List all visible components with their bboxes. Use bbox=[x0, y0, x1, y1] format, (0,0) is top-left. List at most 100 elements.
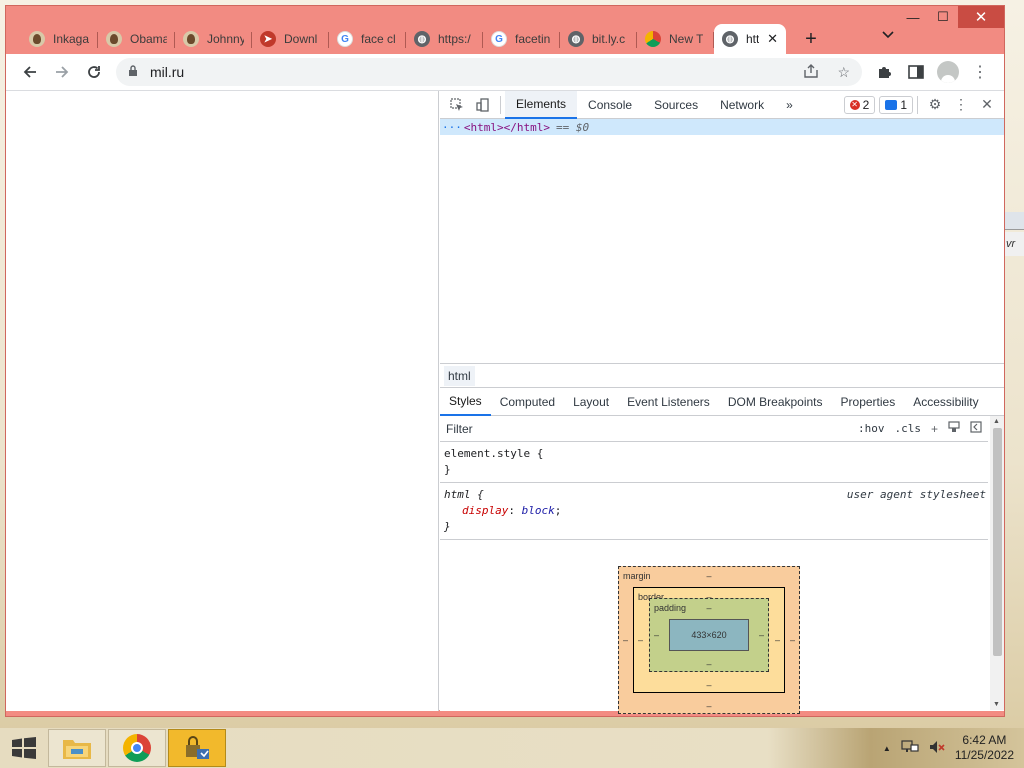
rule-close-brace: } bbox=[444, 520, 451, 533]
margin-right-value[interactable]: – bbox=[790, 635, 795, 645]
inspect-element-icon[interactable] bbox=[444, 92, 470, 118]
cls-toggle-button[interactable]: .cls bbox=[894, 422, 921, 435]
settings-gear-icon[interactable]: ⚙ bbox=[922, 92, 948, 118]
paint-bucket-icon[interactable] bbox=[948, 421, 960, 436]
browser-tab[interactable]: Obama bbox=[98, 24, 175, 54]
border-bottom-value[interactable]: – bbox=[634, 680, 784, 690]
subtab-layout[interactable]: Layout bbox=[564, 388, 618, 416]
margin-bottom-value[interactable]: – bbox=[619, 701, 799, 711]
errors-count: 2 bbox=[862, 97, 870, 112]
browser-window: — ☐ ✕ Inkaga Obama Johnny ➤ Downl G face… bbox=[5, 5, 1005, 717]
subtab-accessibility[interactable]: Accessibility bbox=[904, 388, 987, 416]
box-model-padding[interactable]: padding – – – – 433×620 bbox=[649, 598, 769, 672]
menu-kebab-icon[interactable]: ⋮ bbox=[964, 58, 996, 86]
bookmark-star-icon[interactable]: ☆ bbox=[837, 64, 850, 81]
page-viewport[interactable] bbox=[6, 91, 439, 711]
browser-tab[interactable]: Johnny bbox=[175, 24, 252, 54]
styles-sub-tabs: Styles Computed Layout Event Listeners D… bbox=[440, 388, 1004, 416]
padding-top-value[interactable]: – bbox=[650, 603, 768, 613]
box-model-margin[interactable]: margin – – – – border – – – – padding – … bbox=[618, 566, 800, 714]
browser-tab[interactable]: ➤ Downl bbox=[252, 24, 329, 54]
dom-node-row[interactable]: ··· <html></html> == $0 bbox=[440, 119, 1004, 135]
browser-tab[interactable]: G facetin bbox=[483, 24, 560, 54]
browser-tab[interactable]: New T bbox=[637, 24, 714, 54]
address-bar[interactable]: mil.ru ☆ bbox=[116, 58, 862, 86]
tab-close-icon[interactable]: ✕ bbox=[767, 31, 778, 47]
scroll-up-arrow-icon[interactable]: ▲ bbox=[993, 418, 1000, 425]
filter-row: :hov .cls + bbox=[440, 416, 988, 442]
volume-muted-icon[interactable] bbox=[929, 740, 945, 757]
tab-console[interactable]: Console bbox=[577, 91, 643, 119]
share-icon[interactable] bbox=[803, 63, 819, 81]
extensions-puzzle-icon[interactable] bbox=[868, 58, 900, 86]
subtab-dom-breakpoints[interactable]: DOM Breakpoints bbox=[719, 388, 832, 416]
system-clock[interactable]: 6:42 AM 11/25/2022 bbox=[955, 733, 1014, 763]
more-tabs-icon[interactable]: » bbox=[775, 91, 804, 119]
browser-tab[interactable]: Inkaga bbox=[21, 24, 98, 54]
rule-close-brace: } bbox=[444, 463, 451, 476]
globe-icon: ◍ bbox=[568, 31, 584, 47]
tab-title: Obama bbox=[130, 32, 167, 46]
lock-icon[interactable] bbox=[128, 64, 138, 80]
border-right-value[interactable]: – bbox=[775, 635, 780, 645]
margin-top-value[interactable]: – bbox=[619, 571, 799, 581]
padding-bottom-value[interactable]: – bbox=[650, 659, 768, 669]
forward-arrow-icon[interactable] bbox=[46, 58, 78, 86]
html-rule[interactable]: user agent stylesheet html { display: bl… bbox=[440, 483, 988, 540]
scroll-down-arrow-icon[interactable]: ▼ bbox=[993, 701, 1000, 708]
network-icon[interactable] bbox=[901, 739, 919, 757]
tab-title: https:/ bbox=[438, 32, 471, 46]
new-tab-button[interactable]: + bbox=[796, 24, 826, 54]
chrome-taskbar-icon[interactable] bbox=[108, 729, 166, 767]
tab-search-chevron-down-icon[interactable] bbox=[882, 28, 894, 42]
url-text[interactable]: mil.ru bbox=[150, 64, 184, 80]
breadcrumb-html[interactable]: html bbox=[444, 365, 475, 386]
node-ellipsis[interactable]: ··· bbox=[442, 121, 462, 134]
subtab-styles[interactable]: Styles bbox=[440, 388, 491, 416]
property-colon: : bbox=[508, 504, 515, 517]
devtools-menu-icon[interactable]: ⋮ bbox=[948, 92, 974, 118]
device-toolbar-icon[interactable] bbox=[470, 92, 496, 118]
windows-start-icon[interactable] bbox=[0, 728, 48, 768]
security-app-icon[interactable] bbox=[168, 729, 226, 767]
messages-badge[interactable]: 1 bbox=[879, 95, 913, 114]
scrollbar-thumb[interactable] bbox=[993, 428, 1002, 656]
padding-right-value[interactable]: – bbox=[759, 630, 764, 640]
border-left-value[interactable]: – bbox=[638, 635, 643, 645]
toggle-sidebar-icon[interactable] bbox=[970, 421, 982, 436]
elements-dom-tree: ··· <html></html> == $0 bbox=[440, 119, 1004, 364]
margin-left-value[interactable]: – bbox=[623, 635, 628, 645]
browser-tab-active[interactable]: ◍ htt ✕ bbox=[714, 24, 786, 54]
file-explorer-icon[interactable] bbox=[48, 729, 106, 767]
reload-icon[interactable] bbox=[78, 58, 110, 86]
hov-toggle-button[interactable]: :hov bbox=[858, 422, 885, 435]
tab-sources[interactable]: Sources bbox=[643, 91, 709, 119]
close-devtools-icon[interactable]: ✕ bbox=[974, 92, 1000, 118]
profile-avatar[interactable] bbox=[932, 58, 964, 86]
download-icon: ➤ bbox=[260, 31, 276, 47]
html-tag[interactable]: <html></html> bbox=[464, 121, 550, 134]
padding-left-value[interactable]: – bbox=[654, 630, 659, 640]
styles-scrollbar[interactable]: ▲ ▼ bbox=[990, 416, 1004, 710]
box-model-content[interactable]: 433×620 bbox=[669, 619, 749, 651]
side-panel-icon[interactable] bbox=[900, 58, 932, 86]
element-style-rule[interactable]: element.style { } bbox=[440, 442, 988, 483]
tab-network[interactable]: Network bbox=[709, 91, 775, 119]
box-model-diagram: margin – – – – border – – – – padding – … bbox=[618, 566, 800, 714]
property-value: block bbox=[521, 504, 555, 517]
browser-tab[interactable]: ◍ bit.ly.c bbox=[560, 24, 637, 54]
browser-tab[interactable]: ◍ https:/ bbox=[406, 24, 483, 54]
show-hidden-icons-chevron-up-icon[interactable]: ▲ bbox=[883, 744, 891, 753]
new-style-rule-button[interactable]: + bbox=[931, 422, 938, 436]
browser-tab[interactable]: G face cl bbox=[329, 24, 406, 54]
rule-source[interactable]: user agent stylesheet bbox=[847, 487, 986, 503]
tab-elements[interactable]: Elements bbox=[505, 90, 578, 119]
back-arrow-icon[interactable] bbox=[14, 58, 46, 86]
subtab-properties[interactable]: Properties bbox=[832, 388, 905, 416]
subtab-event-listeners[interactable]: Event Listeners bbox=[618, 388, 719, 416]
subtab-computed[interactable]: Computed bbox=[491, 388, 564, 416]
styles-filter-input[interactable] bbox=[446, 421, 848, 436]
errors-badge[interactable]: ✕ 2 bbox=[843, 95, 876, 114]
box-model-border[interactable]: border – – – – padding – – – – 433×620 bbox=[633, 587, 785, 693]
toolbar-divider bbox=[917, 95, 918, 114]
